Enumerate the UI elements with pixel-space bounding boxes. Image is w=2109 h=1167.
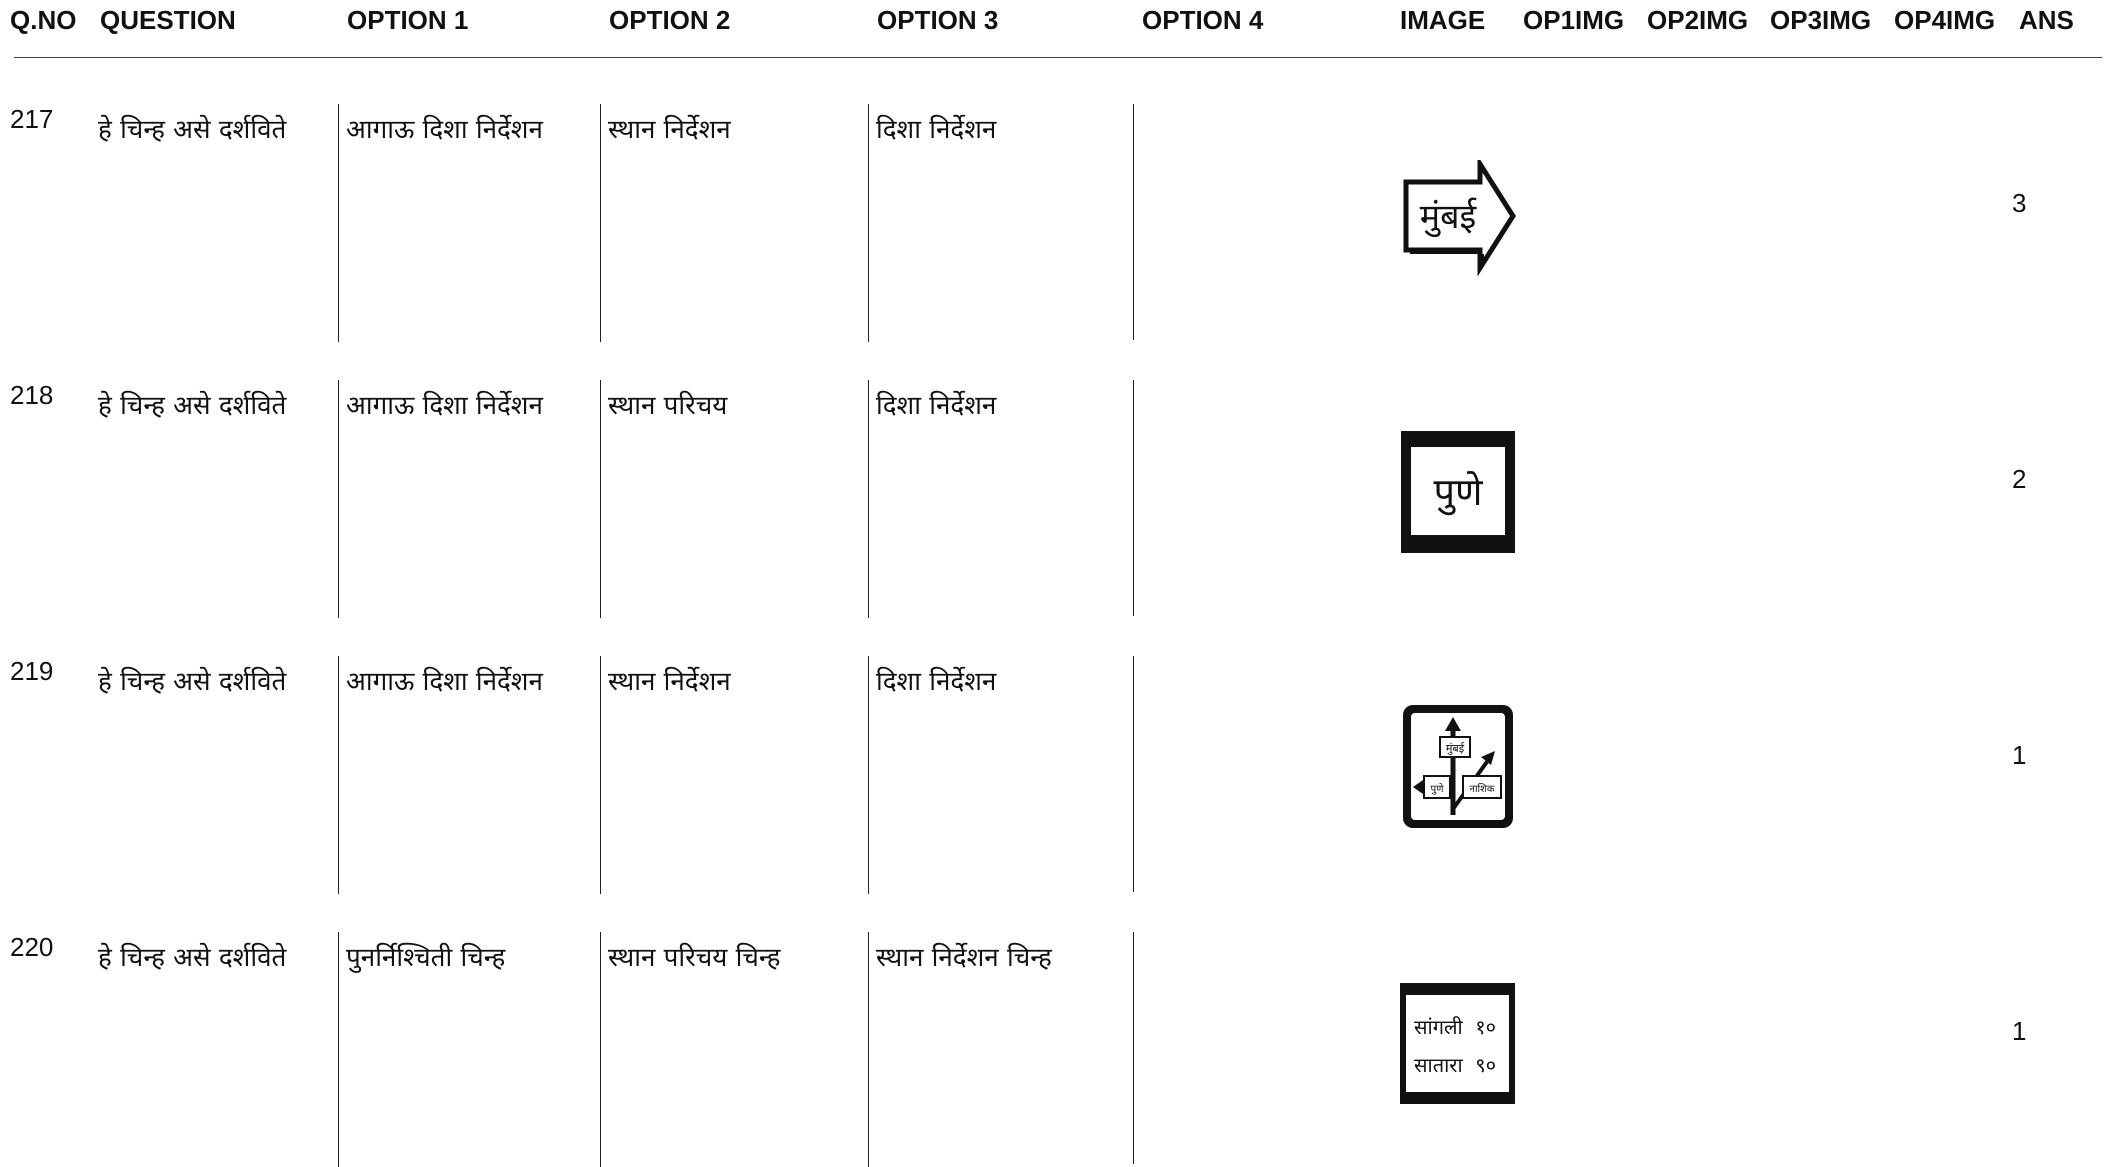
column-divider [600,104,601,342]
column-divider [1133,104,1134,340]
sign-place: सातारा [1414,1053,1463,1077]
column-divider [338,380,339,618]
option2-text: स्थान परिचय [608,391,728,421]
header-question: QUESTION [100,5,236,35]
column-divider [1133,656,1134,892]
direction-sign-icon: मुंबई पुणे नाशिक [1401,703,1515,830]
option3-text: दिशा निर्देशन [876,391,997,421]
answer-value: 1 [2012,740,2027,770]
arrow-sign-icon: मुंबई [1400,160,1518,276]
sign-distance: ९० [1475,1053,1496,1077]
option1-text: आगाऊ दिशा निर्देशन [346,667,543,697]
question-text: हे चिन्ह असे दर्शविते [98,667,287,697]
option3-text: स्थान निर्देशन चिन्ह [876,943,1052,973]
answer-value: 3 [2012,188,2027,218]
column-divider [338,932,339,1167]
option1-text: पुनर्निश्चिती चिन्ह [346,943,506,973]
question-text: हे चिन्ह असे दर्शविते [98,115,287,145]
option1-text: आगाऊ दिशा निर्देशन [346,115,543,145]
header-qno: Q.NO [10,5,77,35]
column-divider [1133,380,1134,616]
header-option3: OPTION 3 [877,5,999,35]
question-text: हे चिन्ह असे दर्शविते [98,391,287,421]
column-divider [600,656,601,894]
sign-place: सांगली [1414,1015,1464,1039]
header-option2: OPTION 2 [609,5,731,35]
option3-text: दिशा निर्देशन [876,115,997,145]
column-divider [868,380,869,618]
column-divider [868,104,869,342]
question-number: 220 [10,932,54,962]
option2-text: स्थान निर्देशन [608,115,731,145]
question-number: 218 [10,380,54,410]
question-text: हे चिन्ह असे दर्शविते [98,943,287,973]
header-op2img: OP2IMG [1647,5,1749,35]
sign-label: मुंबई [1420,197,1478,238]
answer-value: 2 [2012,464,2027,494]
column-divider [600,380,601,618]
header-image: IMAGE [1400,5,1486,35]
column-divider [338,104,339,342]
option2-text: स्थान निर्देशन [608,667,731,697]
sign-label: नाशिक [1469,783,1495,795]
answer-value: 1 [2012,1016,2027,1046]
question-number: 219 [10,656,54,686]
header-divider [14,57,2102,58]
header-ans: ANS [2019,5,2074,35]
header-option1: OPTION 1 [347,5,469,35]
header-op4img: OP4IMG [1894,5,1996,35]
column-divider [868,656,869,894]
question-number: 217 [10,104,54,134]
sign-label: मुंबई [1446,742,1465,755]
place-sign-icon: पुणे [1401,431,1515,553]
column-divider [868,932,869,1167]
sign-label: पुणे [1431,783,1445,795]
header-op1img: OP1IMG [1523,5,1625,35]
option2-text: स्थान परिचय चिन्ह [608,943,781,973]
sign-label: पुणे [1433,470,1483,516]
option3-text: दिशा निर्देशन [876,667,997,697]
sign-distance: १० [1475,1015,1496,1039]
header-op3img: OP3IMG [1770,5,1872,35]
column-divider [338,656,339,894]
header-option4: OPTION 4 [1142,5,1264,35]
distance-sign-icon: सांगली १० सातारा ९० [1400,983,1515,1104]
column-divider [1133,932,1134,1164]
option1-text: आगाऊ दिशा निर्देशन [346,391,543,421]
column-divider [600,932,601,1167]
